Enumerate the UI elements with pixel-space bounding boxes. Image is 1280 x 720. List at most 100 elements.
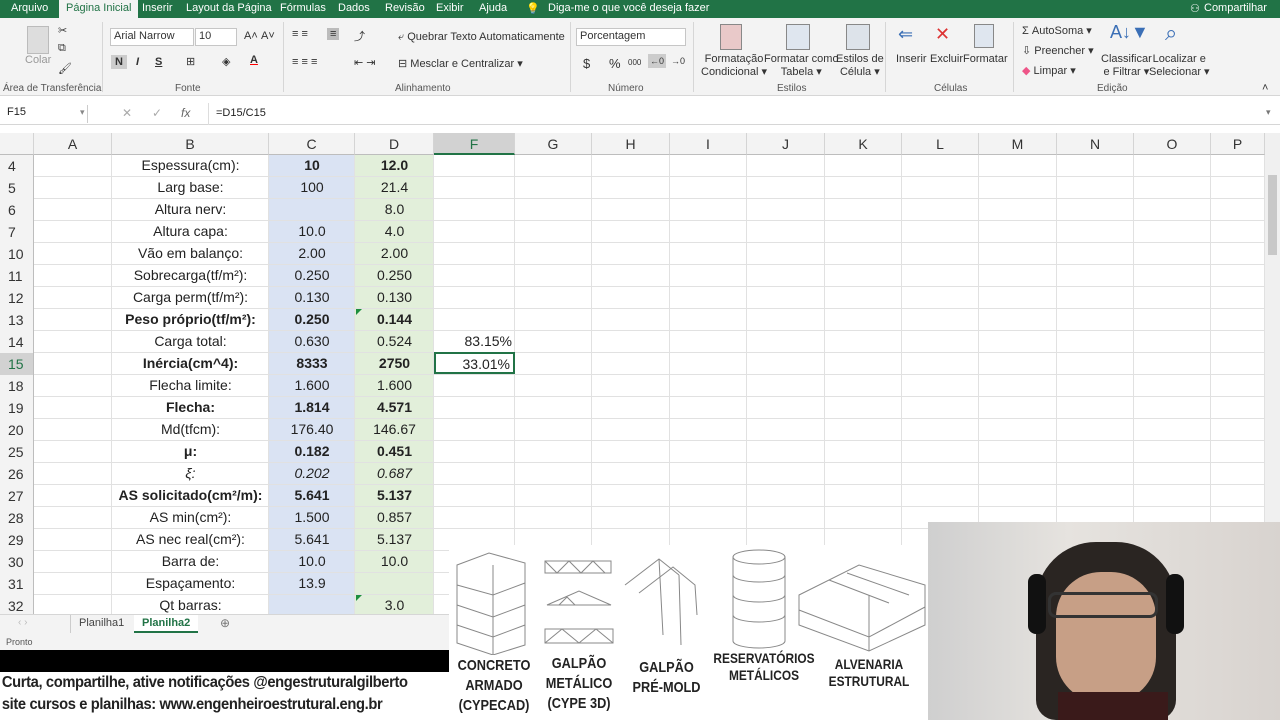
- cell-c-value[interactable]: 0.202: [269, 463, 355, 484]
- cell-c-value[interactable]: 0.630: [269, 331, 355, 352]
- cell-c-value[interactable]: 10.0: [269, 221, 355, 242]
- column-header-f[interactable]: F: [434, 133, 515, 155]
- cell-label[interactable]: ξ:: [112, 463, 269, 484]
- row-header[interactable]: 10: [0, 243, 34, 265]
- cell-c-value[interactable]: [269, 199, 355, 220]
- cell-d-value[interactable]: 8.0: [355, 199, 434, 220]
- merge-center-button[interactable]: ⊟ Mesclar e Centralizar ▾: [398, 57, 523, 70]
- currency-button[interactable]: $: [583, 56, 590, 71]
- cell-c-value[interactable]: 1.500: [269, 507, 355, 528]
- align-bottom-icon[interactable]: ≡: [327, 28, 340, 40]
- row-header[interactable]: 32: [0, 595, 34, 614]
- cell-c-value[interactable]: 5.641: [269, 485, 355, 506]
- row-header[interactable]: 27: [0, 485, 34, 507]
- cell-f-value[interactable]: [434, 441, 515, 462]
- column-header-p[interactable]: P: [1211, 133, 1265, 155]
- add-sheet-icon[interactable]: ⊕: [220, 616, 230, 630]
- row-header[interactable]: 25: [0, 441, 34, 463]
- cell-d-value[interactable]: 12.0: [355, 155, 434, 176]
- cell-label[interactable]: Inércia(cm^4):: [112, 353, 269, 374]
- column-header-g[interactable]: G: [515, 133, 592, 155]
- conditional-format-button[interactable]: Formatação Condicional ▾: [701, 53, 767, 79]
- cell-d-value[interactable]: 5.137: [355, 529, 434, 550]
- row-header[interactable]: 18: [0, 375, 34, 397]
- error-indicator-icon[interactable]: [356, 595, 362, 601]
- format-button[interactable]: Formatar: [963, 53, 1008, 65]
- cell-label[interactable]: Altura capa:: [112, 221, 269, 242]
- tab-ajuda[interactable]: Ajuda: [479, 2, 507, 14]
- cell-c-value[interactable]: 0.182: [269, 441, 355, 462]
- cell-f-value[interactable]: [434, 463, 515, 484]
- tab-dados[interactable]: Dados: [338, 2, 370, 14]
- align-top-icon[interactable]: ≡ ≡: [292, 28, 308, 40]
- cell-f-value[interactable]: [434, 243, 515, 264]
- row-header[interactable]: 28: [0, 507, 34, 529]
- column-header-b[interactable]: B: [112, 133, 269, 155]
- expand-formula-icon[interactable]: ▾: [1266, 107, 1271, 118]
- fill-button[interactable]: ⇩ Preencher ▾: [1022, 44, 1094, 57]
- tab-pagina-inicial[interactable]: Página Inicial: [59, 0, 139, 18]
- wrap-text-button[interactable]: ⤶ Quebrar Texto Automaticamente: [398, 31, 565, 44]
- tab-layout[interactable]: Layout da Página: [186, 2, 272, 14]
- cell-d-value[interactable]: 146.67: [355, 419, 434, 440]
- tab-revisao[interactable]: Revisão: [385, 2, 425, 14]
- sheet-tab-planilha1[interactable]: Planilha1: [79, 617, 124, 629]
- row-header[interactable]: 4: [0, 155, 34, 177]
- delete-button[interactable]: Excluir: [930, 53, 963, 65]
- row-header[interactable]: 5: [0, 177, 34, 199]
- tab-exibir[interactable]: Exibir: [436, 2, 464, 14]
- format-painter-icon[interactable]: 🖌: [58, 62, 72, 75]
- copy-icon[interactable]: ⧉: [58, 42, 66, 55]
- cell-f-value[interactable]: [434, 199, 515, 220]
- cancel-icon[interactable]: ✕: [122, 106, 132, 120]
- number-format-select[interactable]: Porcentagem: [576, 28, 686, 46]
- cell-f-value[interactable]: [434, 287, 515, 308]
- cell-d-value[interactable]: 0.130: [355, 287, 434, 308]
- align-horizontal-icons[interactable]: ≡ ≡ ≡: [292, 56, 317, 68]
- underline-button[interactable]: S: [155, 56, 162, 68]
- orientation-icon[interactable]: ⤴: [354, 28, 365, 44]
- column-header-a[interactable]: A: [34, 133, 112, 155]
- cell-f-value[interactable]: [434, 507, 515, 528]
- borders-icon[interactable]: ⊞: [186, 55, 195, 68]
- thousands-button[interactable]: 000: [628, 58, 641, 67]
- cell-d-value[interactable]: 0.687: [355, 463, 434, 484]
- cell-c-value[interactable]: 1.814: [269, 397, 355, 418]
- cell-f-value[interactable]: [434, 309, 515, 330]
- grow-font-icon[interactable]: A˄: [244, 30, 258, 42]
- enter-icon[interactable]: ✓: [152, 106, 162, 120]
- column-header-m[interactable]: M: [979, 133, 1057, 155]
- sheet-tab-planilha2[interactable]: Planilha2: [134, 615, 199, 633]
- indent-icons[interactable]: ⇤ ⇥: [354, 56, 376, 69]
- row-header[interactable]: 6: [0, 199, 34, 221]
- tab-formulas[interactable]: Fórmulas: [280, 2, 326, 14]
- cell-d-value[interactable]: 0.857: [355, 507, 434, 528]
- cell-f-value[interactable]: [434, 155, 515, 176]
- cell-c-value[interactable]: [269, 595, 355, 614]
- format-as-table-button[interactable]: Formatar como Tabela ▾: [764, 53, 839, 79]
- tell-me-search[interactable]: Diga-me o que você deseja fazer: [548, 2, 709, 14]
- cell-c-value[interactable]: 13.9: [269, 573, 355, 594]
- cell-d-value[interactable]: 0.144: [355, 309, 434, 330]
- increase-decimal-icon[interactable]: ←0: [648, 54, 667, 68]
- cell-label[interactable]: Flecha limite:: [112, 375, 269, 396]
- cell-c-value[interactable]: 0.250: [269, 309, 355, 330]
- cell-f-value[interactable]: 83.15%: [434, 331, 515, 352]
- cell-c-value[interactable]: 5.641: [269, 529, 355, 550]
- selected-cell-f15[interactable]: 33.01%: [434, 352, 515, 374]
- row-header[interactable]: 26: [0, 463, 34, 485]
- row-header[interactable]: 14: [0, 331, 34, 353]
- row-header[interactable]: 30: [0, 551, 34, 573]
- cell-label[interactable]: Qt barras:: [112, 595, 269, 614]
- cell-d-value[interactable]: 3.0: [355, 595, 434, 614]
- cell-d-value[interactable]: 5.137: [355, 485, 434, 506]
- cell-label[interactable]: Md(tfcm):: [112, 419, 269, 440]
- name-box-dropdown-icon[interactable]: ▾: [80, 107, 85, 118]
- cell-label[interactable]: μ:: [112, 441, 269, 462]
- row-header[interactable]: 29: [0, 529, 34, 551]
- cell-d-value[interactable]: [355, 573, 434, 594]
- column-header-n[interactable]: N: [1057, 133, 1134, 155]
- cell-label[interactable]: Vão em balanço:: [112, 243, 269, 264]
- cell-c-value[interactable]: 1.600: [269, 375, 355, 396]
- insert-button[interactable]: Inserir: [896, 53, 927, 65]
